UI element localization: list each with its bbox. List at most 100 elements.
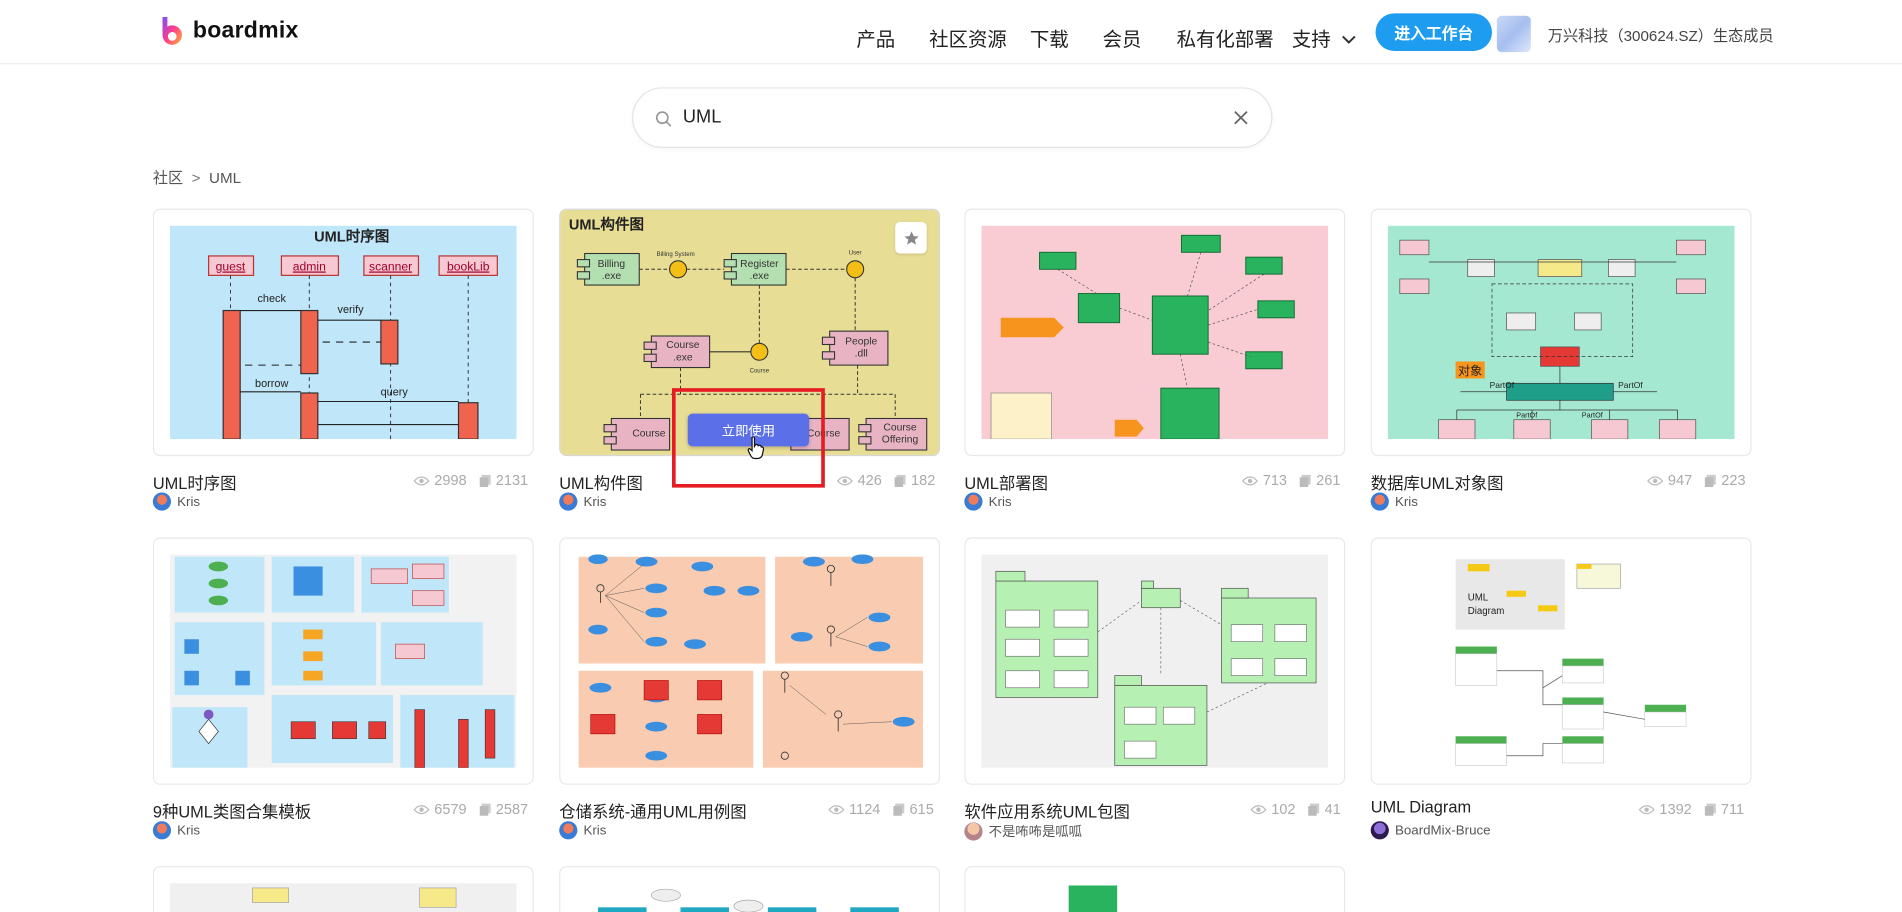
card-title[interactable]: 软件应用系统UML包图 bbox=[964, 798, 1130, 822]
eye-icon bbox=[1638, 804, 1655, 814]
card-title[interactable]: 仓储系统-通用UML用例图 bbox=[559, 798, 746, 822]
card-author[interactable]: Kris bbox=[152, 821, 201, 840]
search-box[interactable] bbox=[631, 87, 1273, 148]
card-author[interactable]: Kris bbox=[964, 492, 1012, 511]
brand-name: boardmix bbox=[192, 18, 299, 44]
copy-count: 182 bbox=[911, 471, 936, 489]
copy-count: 711 bbox=[1720, 800, 1745, 818]
author-name: Kris bbox=[177, 823, 201, 838]
card-title[interactable]: UML构件图 bbox=[559, 469, 643, 493]
boardmix-logo[interactable]: boardmix bbox=[159, 15, 299, 49]
uml-diagram-thumbnail: UML Diagram bbox=[1387, 554, 1735, 768]
template-card[interactable]: UML时序图 guest admin scanner bookLib check… bbox=[152, 208, 534, 457]
template-thumbnail bbox=[981, 883, 1329, 912]
copy-count: 2131 bbox=[495, 471, 529, 489]
nav-item-membership[interactable]: 会员 bbox=[1103, 23, 1142, 52]
thumb-label: PartOf bbox=[1490, 380, 1515, 390]
copy-icon bbox=[1308, 803, 1320, 816]
template-thumbnail: UML时序图 guest admin scanner bookLib check… bbox=[169, 225, 517, 440]
card-author[interactable]: Kris bbox=[152, 492, 200, 511]
nav-item-support[interactable]: 支持 bbox=[1292, 23, 1357, 52]
thumb-box-label: Course bbox=[666, 340, 699, 351]
eye-icon bbox=[836, 475, 853, 485]
card-author[interactable]: Kris bbox=[559, 492, 607, 511]
card-author[interactable]: Kris bbox=[1370, 492, 1418, 511]
thumb-box-label: .exe bbox=[673, 352, 693, 363]
author-name: 不是咘咘是呱呱 bbox=[988, 824, 1082, 840]
eye-icon bbox=[413, 804, 430, 814]
thumb-box-label: Register bbox=[740, 259, 779, 270]
user-avatar[interactable] bbox=[1496, 15, 1531, 53]
author-avatar bbox=[964, 821, 983, 841]
view-count: 6579 bbox=[434, 800, 467, 818]
thumb-box-label: Course bbox=[632, 429, 665, 440]
template-thumbnail bbox=[169, 883, 517, 912]
breadcrumb-root[interactable]: 社区 bbox=[153, 170, 183, 187]
template-card[interactable] bbox=[964, 537, 1346, 785]
card-stats: 426 182 bbox=[836, 471, 936, 489]
view-count: 1392 bbox=[1659, 800, 1692, 818]
card-author[interactable]: Kris bbox=[559, 821, 606, 840]
template-thumbnail bbox=[169, 554, 517, 768]
template-card[interactable] bbox=[152, 537, 534, 785]
favorite-button[interactable] bbox=[895, 221, 927, 254]
template-thumbnail-image bbox=[981, 883, 1329, 912]
eye-icon bbox=[828, 804, 845, 814]
thumb-box-label: Offering bbox=[882, 435, 919, 446]
thumb-box-label: .exe bbox=[750, 271, 770, 282]
card-stats: 713 261 bbox=[1242, 472, 1340, 489]
thumb-box-label: Billing bbox=[598, 259, 626, 270]
enter-workspace-button[interactable]: 进入工作台 bbox=[1375, 13, 1492, 51]
card-author[interactable]: 不是咘咘是呱呱 bbox=[964, 821, 1082, 841]
card-title[interactable]: UML时序图 bbox=[153, 469, 237, 493]
author-name: Kris bbox=[583, 494, 607, 509]
search-input[interactable] bbox=[682, 106, 1205, 128]
thumb-message: verify bbox=[338, 304, 365, 316]
author-avatar bbox=[559, 492, 578, 511]
copy-count: 615 bbox=[909, 800, 934, 818]
view-count: 426 bbox=[857, 471, 882, 489]
author-avatar bbox=[1370, 492, 1389, 511]
clear-icon[interactable] bbox=[1232, 109, 1249, 126]
ecosystem-member-text: 万兴科技（300624.SZ）生态成员 bbox=[1547, 27, 1774, 45]
nav-item-private-deploy[interactable]: 私有化部署 bbox=[1177, 23, 1274, 52]
card-title[interactable]: UML部署图 bbox=[964, 469, 1048, 493]
thumb-small-label: User bbox=[849, 251, 862, 257]
copy-icon bbox=[1704, 474, 1716, 487]
template-card[interactable] bbox=[559, 866, 941, 912]
card-stats: 947 223 bbox=[1647, 471, 1746, 489]
template-card[interactable] bbox=[559, 537, 941, 785]
thumb-small-label: Course bbox=[750, 368, 770, 374]
template-card[interactable] bbox=[152, 866, 534, 912]
card-title[interactable]: 9种UML类图合集模板 bbox=[153, 798, 311, 822]
card-stats: 6579 2587 bbox=[413, 800, 528, 818]
author-avatar bbox=[1370, 821, 1389, 840]
template-card[interactable]: 对象 PartOf PartOf PartOf PartOf bbox=[1370, 208, 1752, 457]
card-author[interactable]: BoardMix-Bruce bbox=[1370, 821, 1491, 840]
use-case-diagram-thumbnail bbox=[576, 554, 924, 768]
card-stats: 2998 2131 bbox=[413, 471, 529, 489]
card-stats: 1124 615 bbox=[828, 800, 934, 818]
template-card[interactable] bbox=[964, 866, 1346, 912]
card-title[interactable]: 数据库UML对象图 bbox=[1371, 469, 1504, 493]
author-avatar bbox=[964, 492, 983, 511]
template-thumbnail bbox=[576, 883, 924, 912]
template-card[interactable] bbox=[964, 208, 1346, 457]
copy-icon bbox=[893, 803, 905, 816]
nav-item-products[interactable]: 产品 bbox=[856, 23, 895, 52]
thumb-box-label: .dll bbox=[855, 349, 868, 360]
eye-icon bbox=[1242, 475, 1258, 485]
chevron-down-icon bbox=[1342, 35, 1357, 44]
nav-item-community[interactable]: 社区资源 bbox=[929, 23, 1007, 52]
card-title[interactable]: UML Diagram bbox=[1371, 798, 1471, 816]
breadcrumb-current: UML bbox=[209, 169, 242, 187]
view-count: 2998 bbox=[434, 471, 467, 489]
star-icon bbox=[903, 230, 919, 245]
copy-icon bbox=[1299, 474, 1311, 487]
package-diagram-thumbnail bbox=[981, 554, 1329, 768]
view-count: 947 bbox=[1667, 471, 1693, 489]
author-name: Kris bbox=[988, 494, 1012, 509]
template-card[interactable]: UML Diagram bbox=[1370, 537, 1752, 785]
thumb-small-label: Billing System bbox=[657, 252, 695, 258]
nav-item-download[interactable]: 下载 bbox=[1030, 23, 1069, 52]
